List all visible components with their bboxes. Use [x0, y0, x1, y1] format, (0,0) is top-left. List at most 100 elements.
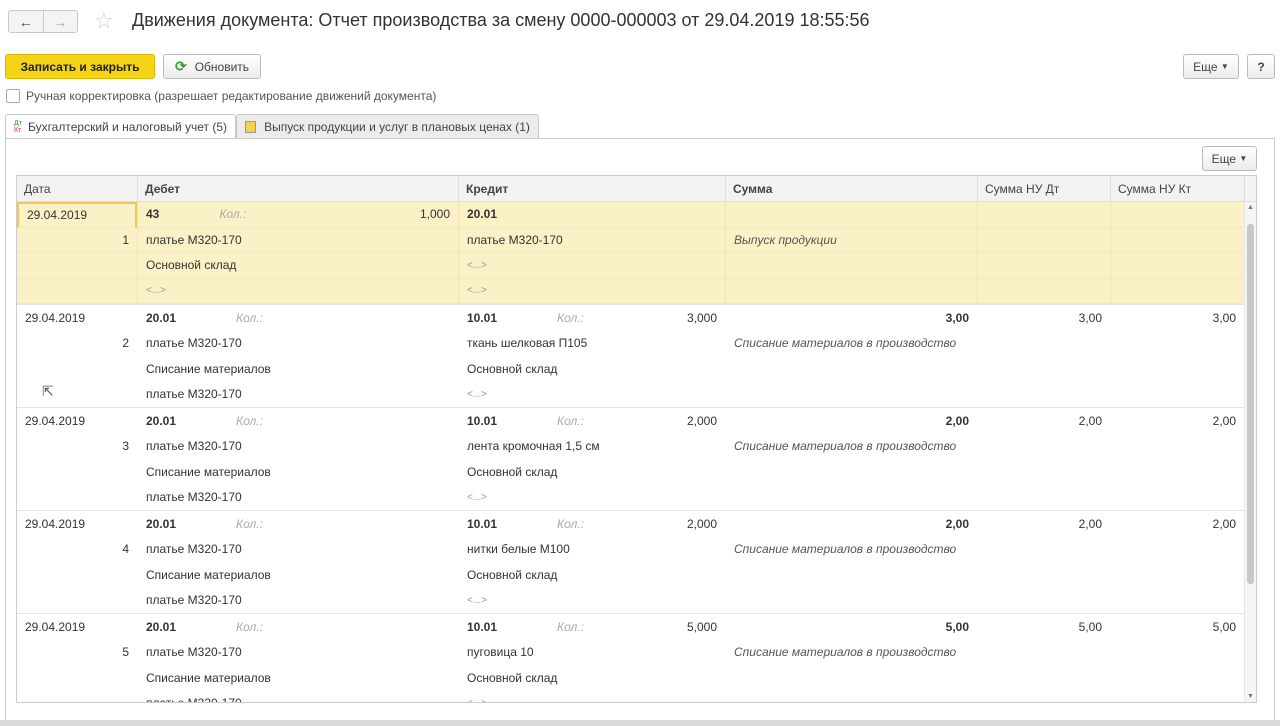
- credit-cell[interactable]: 10.01 Кол.: 2,000 нитки белые М100 Основной …: [459, 511, 726, 613]
- tab-accounting[interactable]: Дт Кт Бухгалтерский и налоговый учет (5): [5, 114, 237, 139]
- cell-line: [1111, 382, 1244, 408]
- sum-cell[interactable]: 2,00 Списание материалов в производство: [726, 511, 978, 613]
- nu-dt-cell[interactable]: 2,00: [978, 511, 1111, 613]
- col-credit[interactable]: Кредит: [459, 176, 726, 201]
- cell-line: 10.01 Кол.: 5,000: [459, 614, 725, 640]
- back-button[interactable]: ←: [9, 11, 43, 32]
- cell-line: [17, 588, 137, 614]
- table-row[interactable]: 29.04.2019 5 20.01 Кол.: платье М320-170 Спис…: [17, 614, 1256, 703]
- credit-cell[interactable]: 10.01 Кол.: 3,000 ткань шелковая П105 Основн…: [459, 305, 726, 407]
- scroll-down-icon[interactable]: ▼: [1245, 693, 1256, 700]
- nu-kt-cell[interactable]: [1111, 202, 1245, 304]
- col-debit[interactable]: Дебет: [138, 176, 459, 201]
- cell-line: [1111, 434, 1244, 460]
- forward-button[interactable]: →: [42, 11, 78, 32]
- sum-cell[interactable]: 5,00 Списание материалов в производство: [726, 614, 978, 703]
- cell-line: [17, 485, 137, 511]
- credit-cell[interactable]: 20.01 платье М320-170 <...> <...>: [459, 202, 726, 304]
- content: Списание материалов в производство: [734, 542, 957, 557]
- favorite-star-icon[interactable]: ☆: [94, 8, 114, 34]
- entries-table[interactable]: Дата Дебет Кредит Сумма Сумма НУ Дт Сумм…: [16, 175, 1257, 703]
- table-row[interactable]: 29.04.2019 3 20.01 Кол.: платье М320-170 Спис…: [17, 408, 1256, 511]
- nu-dt-cell[interactable]: [978, 202, 1111, 304]
- cell-line: платье М320-170: [138, 331, 458, 357]
- sum-cell[interactable]: 2,00 Списание материалов в производство: [726, 408, 978, 510]
- credit-subconto-3: <...>: [467, 698, 487, 702]
- row-number: 3: [122, 439, 129, 454]
- table-row[interactable]: 29.04.2019 4 20.01 Кол.: платье М320-170 Спис…: [17, 511, 1256, 614]
- credit-qty: 3,000: [686, 310, 717, 325]
- cell-line: 5,00: [978, 614, 1110, 640]
- date-cell[interactable]: 29.04.2019 5: [17, 614, 138, 702]
- col-date[interactable]: Дата: [17, 176, 138, 201]
- nu-dt-cell[interactable]: 3,00: [978, 305, 1111, 407]
- debit-cell[interactable]: 20.01 Кол.: платье М320-170 Списание матери…: [138, 614, 459, 702]
- cell-line: 3: [17, 434, 137, 460]
- more-button[interactable]: Еще ▼: [1183, 54, 1239, 79]
- cell-line: платье М320-170: [138, 588, 458, 614]
- date-cell[interactable]: 29.04.2019 3: [17, 408, 138, 510]
- date-cell[interactable]: 29.04.2019 1: [17, 202, 138, 305]
- qty-label: Кол.:: [557, 413, 584, 428]
- table-row[interactable]: 29.04.2019 2 20.01 Кол.: платье М320-170 Спис…: [17, 305, 1256, 408]
- cell-line: 3,00: [726, 305, 977, 331]
- cell-line: 43 Кол.: 1,000: [138, 202, 458, 228]
- scroll-up-icon[interactable]: ▲: [1245, 204, 1256, 211]
- nu-kt-cell[interactable]: 2,00: [1111, 511, 1245, 613]
- cell-line: [978, 253, 1110, 279]
- help-button[interactable]: ?: [1247, 54, 1275, 79]
- date-cell[interactable]: 29.04.2019 4: [17, 511, 138, 613]
- date: 29.04.2019: [27, 208, 88, 223]
- cell-line: 5: [17, 640, 137, 666]
- cell-line: Основной склад: [459, 459, 725, 485]
- col-sum-nu-dt[interactable]: Сумма НУ Дт: [978, 176, 1111, 201]
- debit-cell[interactable]: 20.01 Кол.: платье М320-170 Списание матери…: [138, 305, 459, 407]
- col-sum-nu-kt[interactable]: Сумма НУ Кт: [1111, 176, 1245, 201]
- vertical-scrollbar[interactable]: ▲ ▼: [1244, 202, 1256, 702]
- debit-cell[interactable]: 20.01 Кол.: платье М320-170 Списание матери…: [138, 511, 459, 613]
- grid-more-button[interactable]: Еще ▼: [1202, 146, 1257, 171]
- cell-line: [726, 459, 977, 485]
- nu-dt-cell[interactable]: 2,00: [978, 408, 1111, 510]
- sum: 5,00: [945, 619, 969, 634]
- cell-line: Основной склад: [138, 253, 458, 279]
- debit-cell[interactable]: 43 Кол.: 1,000 платье М320-170 Основной скла…: [138, 202, 459, 304]
- cell-line: Списание материалов: [138, 665, 458, 691]
- debit-cell[interactable]: 20.01 Кол.: платье М320-170 Списание матери…: [138, 408, 459, 510]
- nu-kt-cell[interactable]: 5,00: [1111, 614, 1245, 702]
- cell-line: [726, 691, 977, 703]
- sum-cell[interactable]: 3,00 Списание материалов в производство: [726, 305, 978, 407]
- cell-line: 29.04.2019: [17, 202, 137, 228]
- cell-line: [17, 253, 137, 279]
- nu-kt: 2,00: [1212, 413, 1236, 428]
- cell-line: [1111, 537, 1244, 563]
- cell-line: Списание материалов в производство: [726, 640, 977, 666]
- nu-kt-cell[interactable]: 3,00: [1111, 305, 1245, 407]
- credit-subconto-1: пуговица 10: [467, 645, 534, 660]
- debit-subconto-2: Списание материалов: [146, 361, 271, 376]
- cell-line: <...>: [459, 253, 725, 279]
- nu-kt-cell[interactable]: 2,00: [1111, 408, 1245, 510]
- save-and-close-button[interactable]: Записать и закрыть: [5, 54, 155, 79]
- manual-correction-checkbox[interactable]: [6, 89, 20, 103]
- cell-line: [978, 382, 1110, 408]
- mouse-cursor-icon: ⇱: [42, 383, 54, 399]
- sum-cell[interactable]: Выпуск продукции: [726, 202, 978, 304]
- cell-line: [1111, 485, 1244, 511]
- date-cell[interactable]: 29.04.2019 2: [17, 305, 138, 407]
- nu-dt: 2,00: [1078, 413, 1102, 428]
- nu-dt-cell[interactable]: 5,00: [978, 614, 1111, 702]
- credit-cell[interactable]: 10.01 Кол.: 5,000 пуговица 10 Основной склад…: [459, 614, 726, 702]
- tab-production-output[interactable]: Выпуск продукции и услуг в плановых цена…: [236, 114, 539, 138]
- manual-correction-label: Ручная корректировка (разрешает редактир…: [26, 89, 437, 103]
- col-sum[interactable]: Сумма: [726, 176, 978, 201]
- scrollbar-thumb[interactable]: [1247, 224, 1254, 584]
- cell-line: Основной склад: [459, 356, 725, 382]
- refresh-button[interactable]: ⟳ Обновить: [163, 54, 261, 79]
- credit-cell[interactable]: 10.01 Кол.: 2,000 лента кромочная 1,5 см Осн…: [459, 408, 726, 510]
- table-row[interactable]: 29.04.2019 1 43 Кол.: 1,000 платье М320-170 Ос…: [17, 202, 1256, 305]
- cell-line: платье М320-170: [138, 485, 458, 511]
- cell-line: <...>: [459, 691, 725, 702]
- cell-line: 10.01 Кол.: 2,000: [459, 511, 725, 537]
- cell-line: Списание материалов: [138, 562, 458, 588]
